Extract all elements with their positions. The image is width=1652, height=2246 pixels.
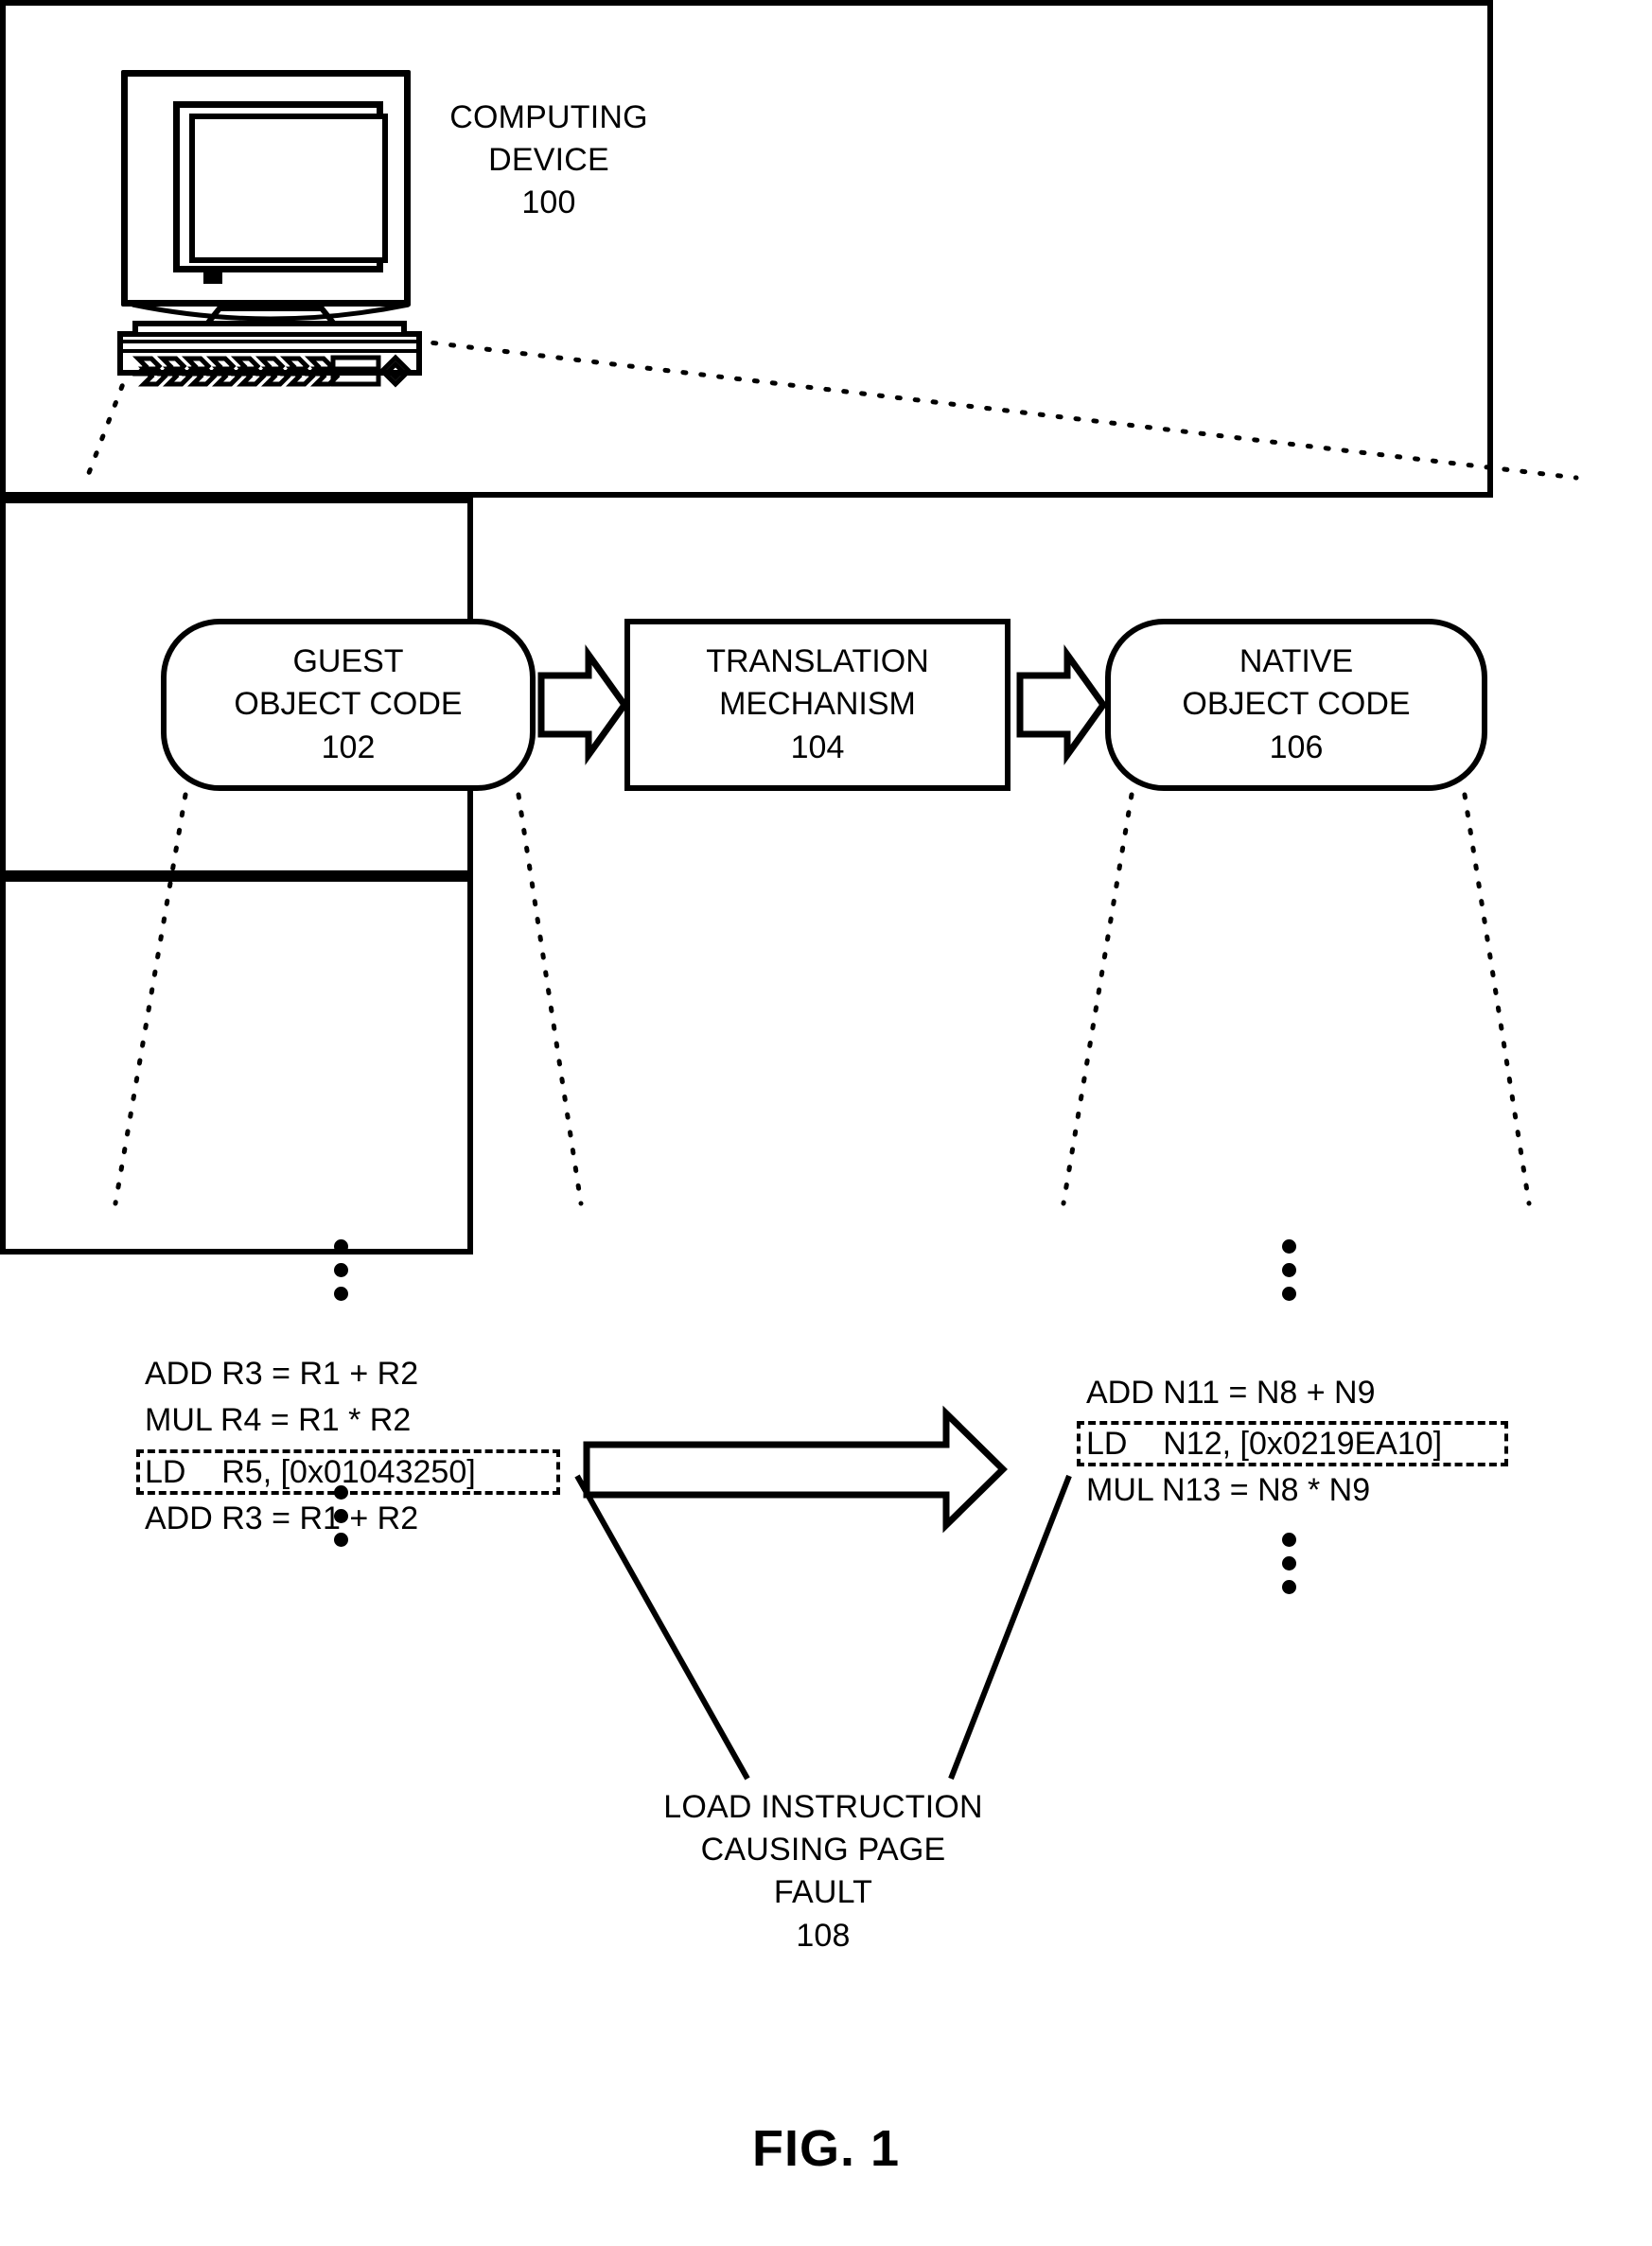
native-object-code-label: NATIVE OBJECT CODE 106 [1182,643,1411,765]
monitor-screen [189,114,388,263]
keyboard-riser [132,321,407,332]
native-code-top-ellipsis [1278,1239,1299,1301]
keyboard-second-line [123,349,416,353]
guest-object-code-label: GUEST OBJECT CODE 102 [234,643,463,765]
keyboard-top-line [123,340,416,343]
computing-device-label: COMPUTING DEVICE 100 [449,99,648,221]
guest-code-line-1: ADD R3 = R1 + R2 [145,1356,419,1392]
guest-code-line-3-load: LD R5, [0x01043250] [145,1454,476,1490]
arrow-guest-to-translation [537,644,629,765]
keyboard-body [117,331,422,376]
guest-code-line-2: MUL R4 = R1 * R2 [145,1402,412,1438]
translation-mechanism-label: TRANSLATION MECHANISM 104 [706,643,929,765]
native-code-line-3: MUL N13 = N8 * N9 [1086,1472,1371,1508]
native-object-code-box: NATIVE OBJECT CODE 106 [1105,619,1487,791]
native-code-line-2-load: LD N12, [0x0219EA10] [1086,1426,1443,1462]
arrow-translation-to-native [1016,644,1108,765]
native-expansion-leaders [1061,792,1532,1206]
translation-mechanism-box: TRANSLATION MECHANISM 104 [624,619,1011,791]
arrow-guest-code-to-native-code [583,1405,1008,1534]
guest-object-code-box: GUEST OBJECT CODE 102 [161,619,536,791]
figure-number-label: FIG. 1 [751,2120,901,2177]
native-code-bottom-ellipsis [1278,1533,1299,1594]
native-code-line-1: ADD N11 = N8 + N9 [1086,1375,1376,1411]
guest-code-top-ellipsis [330,1239,351,1301]
load-instruction-callout-label: LOAD INSTRUCTION CAUSING PAGE FAULT 108 [663,1789,983,1954]
callout-leader-lines [574,1474,1072,1781]
native-code-listing-box [0,876,473,1255]
guest-code-line-4: ADD R3 = R1 + R2 [145,1500,419,1536]
monitor-power-led-icon [203,272,222,284]
patent-figure-page: COMPUTING DEVICE 100 GUEST OBJECT CODE 1… [0,0,1652,2246]
